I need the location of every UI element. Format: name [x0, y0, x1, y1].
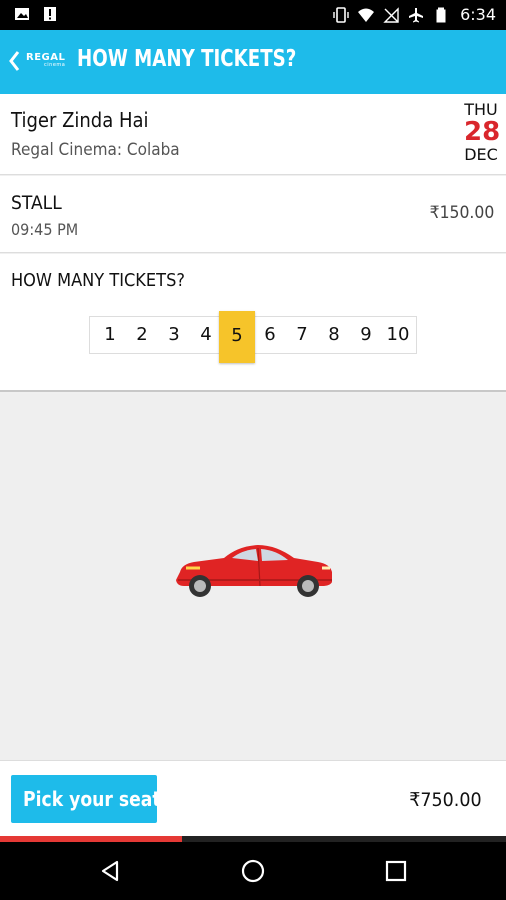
ticket-count-option-8[interactable]: 8 [318, 317, 350, 353]
clock: 6:34 [460, 5, 496, 24]
illustration-area [0, 394, 506, 760]
vibrate-icon [333, 6, 349, 23]
ticket-count-selector: 1 2 3 4 5 6 7 8 9 10 [89, 311, 417, 363]
ticket-count-option-7[interactable]: 7 [286, 317, 318, 353]
ticket-count-label: HOW MANY TICKETS? [11, 270, 185, 291]
ticket-count-option-3[interactable]: 3 [158, 317, 190, 353]
battery-icon [436, 7, 446, 22]
date-month: DEC [464, 145, 498, 164]
ticket-count-option-1[interactable]: 1 [94, 317, 126, 353]
selected-count-value: 5 [231, 325, 243, 346]
show-time: 09:45 PM [11, 220, 79, 239]
ticket-count-option-4[interactable]: 4 [190, 317, 222, 353]
pick-your-seats-button[interactable]: Pick your seats [11, 775, 171, 823]
ticket-count-option-10[interactable]: 10 [382, 317, 414, 353]
ticket-count-option-2[interactable]: 2 [126, 317, 158, 353]
back-chevron-icon[interactable] [8, 50, 20, 72]
app-bar: REGAL cinema HOW MANY TICKETS? [0, 30, 506, 94]
status-bar: 6:34 [0, 0, 506, 30]
regal-logo: REGAL cinema [26, 52, 65, 68]
bottom-bar: Pick your seats ₹750.00 [0, 760, 506, 836]
ticket-price: ₹150.00 [429, 203, 494, 223]
page-title: HOW MANY TICKETS? [77, 46, 297, 72]
show-date: THU 28 DEC [464, 100, 501, 164]
home-circle-icon[interactable] [241, 859, 265, 883]
car-icon [176, 545, 332, 597]
alert-icon [44, 7, 56, 21]
movie-title: Tiger Zinda Hai [11, 108, 149, 132]
ticket-count-option-9[interactable]: 9 [350, 317, 382, 353]
no-sim-icon [383, 6, 399, 23]
seat-class-card: STALL 09:45 PM ₹150.00 [0, 176, 506, 253]
image-icon [15, 8, 29, 20]
ticket-count-card: HOW MANY TICKETS? 1 2 3 4 5 6 7 8 9 10 [0, 254, 506, 392]
cinema-name: Regal Cinema: Colaba [11, 140, 180, 160]
date-number: 28 [464, 117, 501, 147]
total-price: ₹750.00 [409, 789, 482, 811]
navigation-bar [0, 842, 506, 900]
recents-square-icon[interactable] [384, 859, 408, 883]
wifi-icon [358, 8, 375, 22]
movie-info-card: Tiger Zinda Hai Regal Cinema: Colaba THU… [0, 94, 506, 175]
ticket-count-option-5-selected[interactable]: 5 [219, 311, 255, 363]
seat-class-name: STALL [11, 192, 62, 214]
back-triangle-icon[interactable] [98, 859, 122, 883]
pick-your-seats-label: Pick your seats [23, 787, 171, 811]
airplane-icon [409, 7, 424, 22]
ticket-count-option-6[interactable]: 6 [254, 317, 286, 353]
